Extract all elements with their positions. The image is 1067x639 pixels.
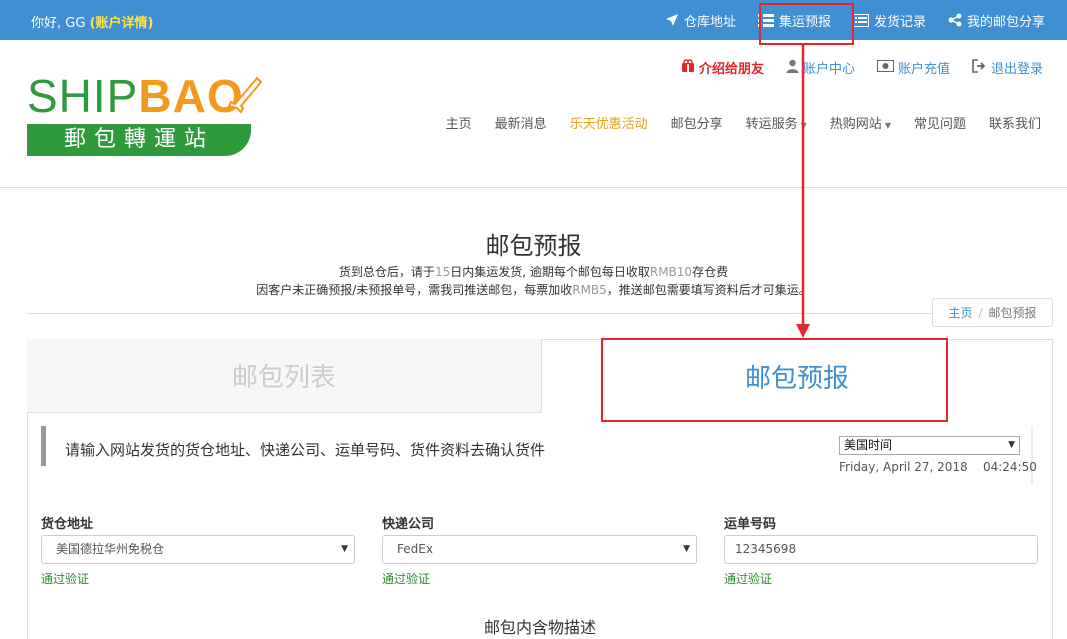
highlight-box-tab: [601, 338, 948, 422]
timezone-select[interactable]: 美国时间 ▼: [839, 436, 1020, 455]
top-link-label: 发货记录: [873, 14, 926, 30]
top-link-warehouse-address[interactable]: 仓库地址: [665, 11, 736, 30]
instruction-text: 请输入网站发货的货仓地址、快递公司、运单号码、货件资料去确认货件: [65, 441, 546, 459]
caret-down-icon: ▼: [884, 121, 891, 130]
sublink-label: 介绍给朋友: [698, 62, 764, 77]
nav-forwarding-service[interactable]: 转运服务 ▼: [746, 113, 807, 132]
warehouse-label: 货仓地址: [41, 517, 94, 532]
divider: [27, 313, 932, 314]
tab-package-list[interactable]: 邮包列表: [27, 339, 541, 413]
notice-text: 存仓费: [692, 265, 729, 279]
nav-package-share[interactable]: 邮包分享: [671, 113, 723, 132]
tracking-number-input[interactable]: 12345698: [724, 535, 1038, 564]
site-header: SHIPBAO 郵包轉運站 介绍给朋友 账户中心 账户充值 退出登录 主页 最新…: [0, 40, 1067, 188]
nav-contact[interactable]: 联系我们: [989, 113, 1041, 132]
page-title: 邮包预报: [485, 232, 582, 260]
airplane-icon: [227, 74, 263, 118]
account-links: 介绍给朋友 账户中心 账户充值 退出登录: [681, 58, 1043, 77]
tracking-validation: 通过验证: [724, 572, 773, 586]
current-time: 04:24:50: [982, 460, 1037, 474]
sublink-label: 账户中心: [802, 62, 855, 77]
notice-line-2: 因客户未正确预报/未预报单号，需我司推送邮包，每票加收RMB5，推送邮包需要填写…: [0, 281, 1067, 298]
notice-text: 货到总仓后，请于: [338, 265, 435, 279]
breadcrumb-separator: /: [978, 305, 983, 320]
nav-rakuten-promo[interactable]: 乐天优惠活动: [570, 113, 648, 132]
greeting: 你好, GG (账户详情): [31, 12, 153, 31]
warehouse-select[interactable]: 美国德拉华州免税仓 ▼: [41, 535, 355, 564]
dropdown-arrow-icon: ▼: [1008, 440, 1015, 450]
logo-subtitle: 郵包轉運站: [27, 124, 251, 156]
warehouse-validation: 通过验证: [41, 572, 90, 586]
nav-label: 转运服务: [745, 117, 798, 132]
logout-icon: [972, 58, 987, 77]
list-alt-icon: [852, 13, 869, 27]
notice-text: ，推送邮包需要填写资料后才可集运。: [606, 283, 811, 297]
caret-down-icon: ▼: [800, 121, 807, 130]
account-recharge-link[interactable]: 账户充值: [876, 58, 950, 77]
current-date: Friday, April 27, 2018: [839, 460, 968, 474]
gift-icon: [681, 58, 695, 77]
dropdown-arrow-icon: ▼: [683, 544, 690, 554]
top-link-my-shares[interactable]: 我的邮包分享: [948, 11, 1045, 30]
money-icon: [876, 59, 894, 76]
top-link-shipping-records[interactable]: 发货记录: [852, 11, 926, 30]
shipbao-logo[interactable]: SHIPBAO 郵包轉運站: [27, 70, 267, 156]
notice-text: 日内集运发货, 逾期每个邮包每日收取: [450, 265, 650, 279]
nav-faq[interactable]: 常见问题: [914, 113, 966, 132]
instruction-accent-bar: [41, 426, 46, 466]
user-icon: [786, 59, 799, 77]
logout-link[interactable]: 退出登录: [972, 58, 1043, 77]
highlight-box-top: [759, 3, 854, 45]
courier-label: 快递公司: [382, 517, 435, 532]
share-icon: [948, 13, 962, 27]
timezone-value: 美国时间: [844, 438, 893, 452]
sublink-label: 退出登录: [990, 62, 1043, 77]
dropdown-arrow-icon: ▼: [341, 544, 348, 554]
tracking-number-value: 12345698: [735, 542, 797, 556]
notice-line-1: 货到总仓后，请于15日内集运发货, 逾期每个邮包每日收取RMB10存仓费: [0, 263, 1067, 280]
top-bar: 你好, GG (账户详情) 仓库地址 集运预报 发货记录 我的邮包分享: [0, 0, 1067, 40]
nav-home[interactable]: 主页: [446, 113, 472, 132]
current-datetime: Friday, April 27, 2018 04:24:50: [839, 460, 1037, 474]
tracking-label: 运单号码: [724, 517, 777, 532]
sublink-label: 账户充值: [897, 62, 950, 77]
nav-hot-sites[interactable]: 热购网站 ▼: [830, 113, 891, 132]
notice-days: 15: [434, 265, 451, 279]
logo-wordmark: SHIPBAO: [27, 70, 244, 122]
top-link-label: 我的邮包分享: [966, 14, 1045, 30]
courier-select[interactable]: FedEx ▼: [382, 535, 697, 564]
logo-ship-text: SHIP: [27, 70, 139, 122]
notice-fee: RMB10: [649, 265, 693, 279]
greeting-text: 你好, GG: [31, 16, 86, 31]
nav-news[interactable]: 最新消息: [495, 113, 547, 132]
account-center-link[interactable]: 账户中心: [786, 58, 855, 77]
courier-value: FedEx: [397, 542, 433, 556]
package-contents-title: 邮包内含物描述: [483, 618, 596, 637]
location-arrow-icon: [665, 13, 679, 27]
courier-validation: 通过验证: [382, 572, 431, 586]
top-link-label: 仓库地址: [683, 14, 736, 30]
main-nav: 主页 最新消息 乐天优惠活动 邮包分享 转运服务 ▼ 热购网站 ▼ 常见问题 联系我…: [446, 113, 1041, 132]
notice-fee: RMB5: [572, 283, 607, 297]
warehouse-value: 美国德拉华州免税仓: [56, 542, 165, 556]
refer-friend-link[interactable]: 介绍给朋友: [681, 58, 764, 77]
breadcrumb-home[interactable]: 主页: [948, 304, 972, 321]
top-links: 仓库地址 集运预报 发货记录 我的邮包分享: [665, 0, 1045, 40]
account-details-link[interactable]: (账户详情): [90, 16, 154, 31]
notice-text: 因客户未正确预报/未预报单号，需我司推送邮包，每票加收: [256, 283, 573, 297]
breadcrumb-current: 邮包预报: [988, 306, 1037, 320]
nav-label: 热购网站: [829, 117, 882, 132]
instruction-box: 请输入网站发货的货仓地址、快递公司、运单号码、货件资料去确认货件 美国时间 ▼ …: [41, 426, 1037, 484]
breadcrumb: 主页 / 邮包预报: [932, 298, 1053, 327]
